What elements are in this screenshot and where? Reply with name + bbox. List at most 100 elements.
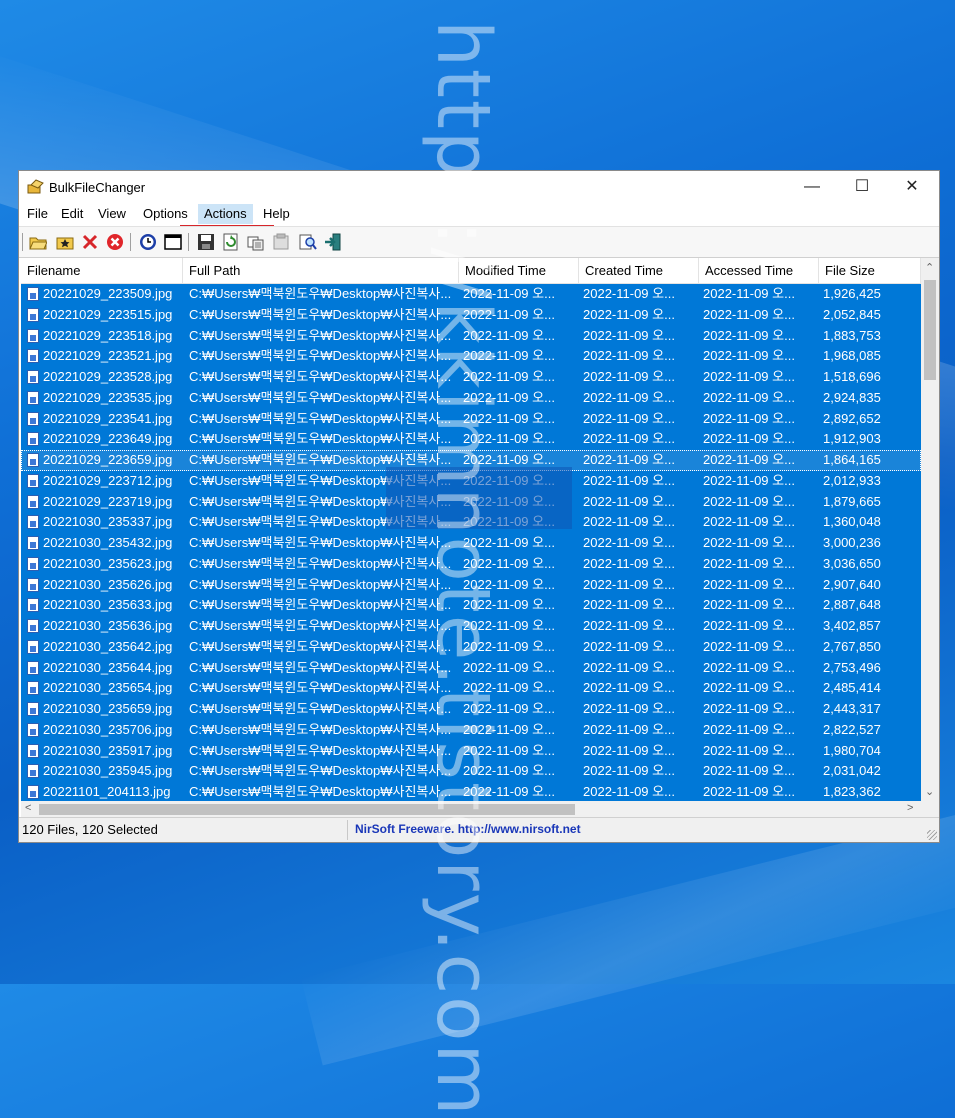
cell-file-size: 2,012,933: [823, 472, 881, 488]
cell-accessed-time: 2022-11-09 오...: [703, 286, 795, 301]
remove-icon[interactable]: [81, 233, 99, 251]
cell-file-size: 1,968,085: [823, 348, 881, 364]
cell-full-path: C:₩Users₩맥북윈도우₩Desktop₩사진복사...: [189, 721, 452, 737]
cell-filename: 20221101_204113.jpg: [43, 784, 171, 799]
cell-filename: 20221030_235633.jpg: [43, 597, 173, 613]
cell-filename: 20221030_235644.jpg: [43, 659, 173, 675]
column-header-created-time[interactable]: Created Time: [579, 258, 699, 283]
scroll-right-arrow-icon[interactable]: >: [907, 802, 913, 814]
file-icon: [27, 515, 39, 530]
cell-full-path: C:₩Users₩맥북윈도우₩Desktop₩사진복사...: [189, 638, 452, 654]
close-button[interactable]: ✕: [887, 171, 937, 203]
file-icon: [27, 743, 39, 758]
cell-accessed-time: 2022-11-09 오...: [703, 638, 795, 654]
cell-filename: 20221029_223712.jpg: [43, 472, 173, 488]
refresh-icon[interactable]: [222, 233, 240, 251]
cell-filename: 20221030_235659.jpg: [43, 701, 173, 716]
star-folder-icon[interactable]: [56, 233, 74, 251]
cell-filename: 20221030_235337.jpg: [43, 514, 173, 530]
cell-full-path: C:₩Users₩맥북윈도우₩Desktop₩사진복사...: [189, 659, 452, 675]
file-icon: [27, 536, 39, 550]
file-icon: [27, 411, 39, 426]
maximize-button[interactable]: ☐: [837, 171, 887, 203]
minimize-button[interactable]: —: [787, 171, 837, 203]
column-header-accessed-time[interactable]: Accessed Time: [699, 258, 819, 283]
file-icon: [27, 681, 39, 696]
column-header-file-size[interactable]: File Size: [819, 258, 921, 283]
vertical-scrollbar[interactable]: ⌃ ⌄: [921, 258, 939, 801]
cell-file-size: 2,443,317: [823, 701, 881, 716]
scroll-up-arrow-icon[interactable]: ⌃: [925, 261, 934, 274]
cell-accessed-time: 2022-11-09 오...: [703, 576, 795, 592]
column-header-full-path[interactable]: Full Path: [183, 258, 459, 283]
cell-file-size: 1,980,704: [823, 742, 881, 758]
copy-icon[interactable]: [247, 233, 265, 251]
window-title: BulkFileChanger: [49, 180, 146, 195]
menu-help[interactable]: Help: [263, 206, 290, 221]
properties-icon[interactable]: [272, 233, 290, 251]
cell-filename: 20221029_223518.jpg: [43, 327, 173, 343]
cell-full-path: C:₩Users₩맥북윈도우₩Desktop₩사진복사...: [189, 742, 452, 758]
cell-filename: 20221030_235636.jpg: [43, 618, 173, 633]
cell-created-time: 2022-11-09 오...: [583, 306, 675, 322]
column-header-filename[interactable]: Filename: [21, 258, 183, 283]
cell-accessed-time: 2022-11-09 오...: [703, 493, 795, 509]
file-icon: [27, 494, 39, 509]
cell-full-path: C:₩Users₩맥북윈도우₩Desktop₩사진복사...: [189, 306, 452, 322]
file-icon: [27, 619, 39, 633]
cell-created-time: 2022-11-09 오...: [583, 638, 675, 654]
toolbar-separator: [130, 233, 131, 251]
cell-filename: 20221029_223521.jpg: [43, 348, 173, 364]
cell-created-time: 2022-11-09 오...: [583, 514, 675, 530]
find-icon[interactable]: [299, 233, 317, 251]
window-icon[interactable]: [164, 233, 182, 251]
menu-file[interactable]: File: [27, 206, 48, 221]
cell-accessed-time: 2022-11-09 오...: [703, 431, 795, 447]
clock-icon[interactable]: [139, 233, 157, 251]
app-icon: [27, 179, 44, 194]
vertical-scroll-thumb[interactable]: [924, 280, 936, 380]
cell-file-size: 2,753,496: [823, 659, 881, 675]
scroll-left-arrow-icon[interactable]: <: [25, 802, 31, 814]
cell-filename: 20221030_235945.jpg: [43, 763, 173, 779]
cell-created-time: 2022-11-09 오...: [583, 535, 675, 550]
cell-filename: 20221029_223719.jpg: [43, 493, 173, 509]
file-icon: [27, 660, 39, 675]
menu-view[interactable]: View: [98, 206, 126, 221]
menu-actions[interactable]: Actions: [198, 204, 253, 224]
file-icon: [27, 577, 39, 592]
cell-created-time: 2022-11-09 오...: [583, 369, 675, 384]
menu-edit[interactable]: Edit: [61, 206, 83, 221]
status-divider: [347, 820, 348, 840]
cell-file-size: 1,518,696: [823, 369, 881, 384]
cell-full-path: C:₩Users₩맥북윈도우₩Desktop₩사진복사...: [189, 618, 452, 633]
cell-file-size: 2,031,042: [823, 763, 881, 779]
cell-created-time: 2022-11-09 오...: [583, 618, 675, 633]
cell-accessed-time: 2022-11-09 오...: [703, 597, 795, 613]
cell-accessed-time: 2022-11-09 오...: [703, 514, 795, 530]
cell-created-time: 2022-11-09 오...: [583, 784, 675, 799]
cell-full-path: C:₩Users₩맥북윈도우₩Desktop₩사진복사...: [189, 286, 452, 301]
watermark-text: https://kkimnote.tistory.com: [420, 20, 506, 1118]
file-icon: [27, 722, 39, 737]
cell-file-size: 1,823,362: [823, 784, 881, 799]
cell-accessed-time: 2022-11-09 오...: [703, 763, 795, 779]
menu-options[interactable]: Options: [143, 206, 188, 221]
exit-icon[interactable]: [324, 233, 342, 251]
save-icon[interactable]: [197, 233, 215, 251]
cell-accessed-time: 2022-11-09 오...: [703, 452, 795, 467]
cell-accessed-time: 2022-11-09 오...: [703, 535, 795, 550]
cell-filename: 20221030_235432.jpg: [43, 535, 173, 550]
file-icon: [27, 370, 39, 384]
resize-grip-icon[interactable]: [927, 830, 937, 840]
cell-accessed-time: 2022-11-09 오...: [703, 680, 795, 696]
cell-file-size: 1,912,903: [823, 431, 881, 447]
cell-created-time: 2022-11-09 오...: [583, 389, 675, 405]
cell-accessed-time: 2022-11-09 오...: [703, 555, 795, 571]
cell-filename: 20221029_223649.jpg: [43, 431, 173, 447]
clear-icon[interactable]: [106, 233, 124, 251]
scroll-down-arrow-icon[interactable]: ⌄: [925, 785, 934, 798]
cell-created-time: 2022-11-09 오...: [583, 431, 675, 447]
open-folder-icon[interactable]: [29, 233, 47, 251]
cell-file-size: 2,887,648: [823, 597, 881, 613]
